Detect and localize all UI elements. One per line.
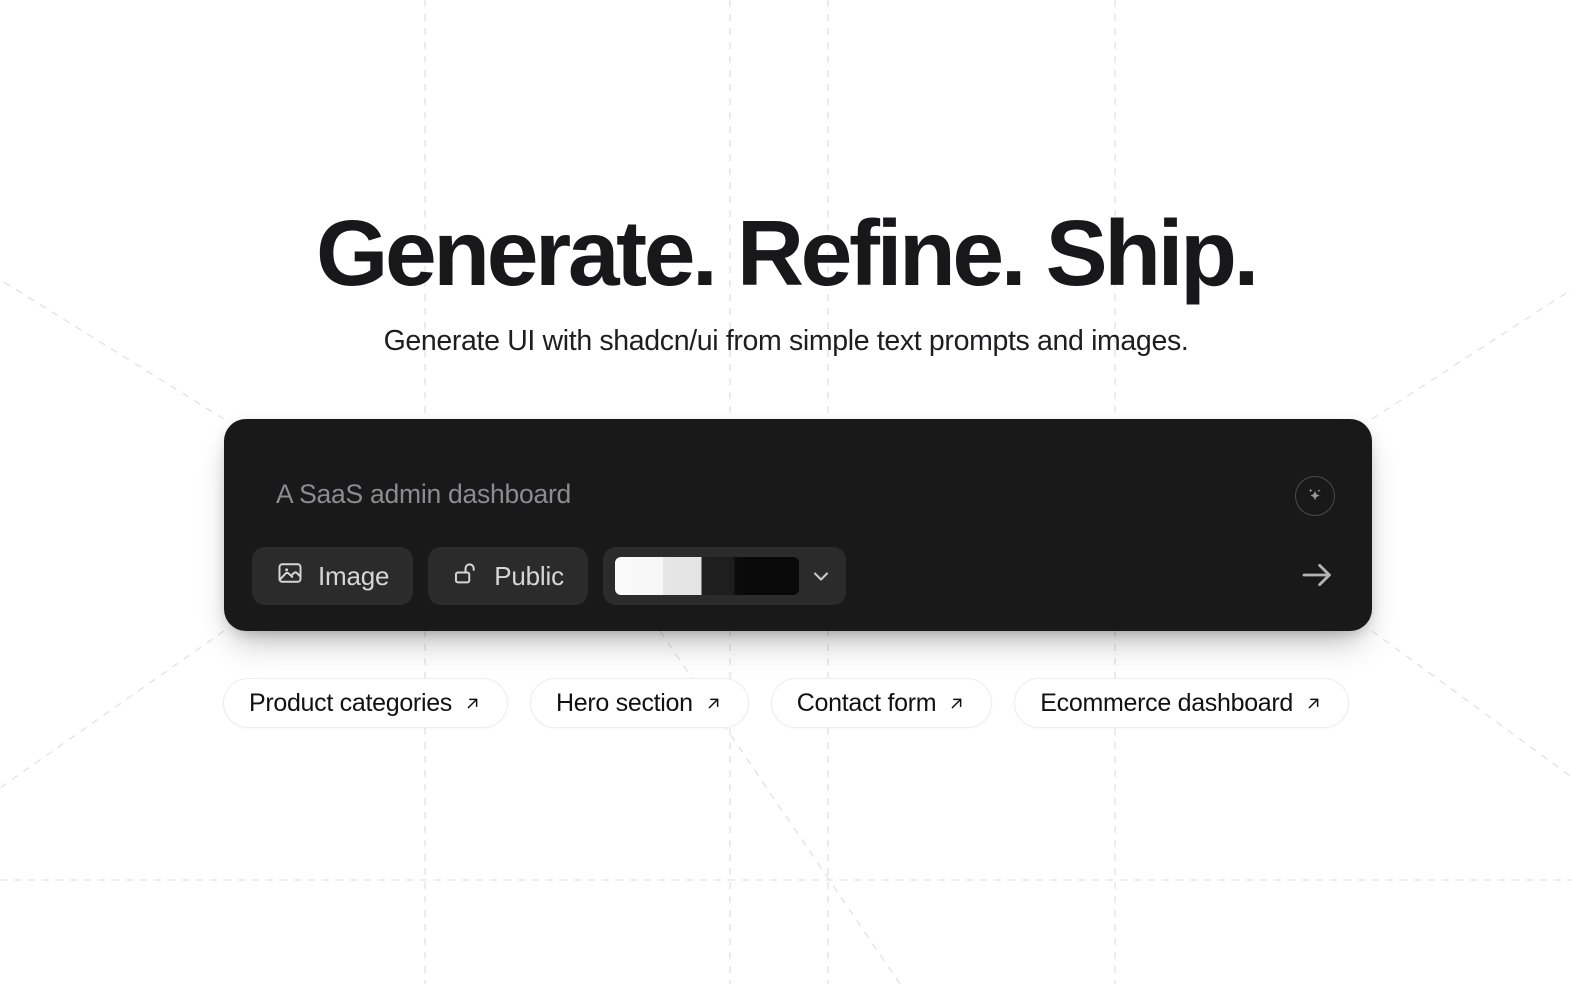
image-icon [276, 559, 304, 594]
suggestion-label: Contact form [796, 688, 937, 717]
prompt-composer[interactable]: Image Public [224, 419, 1372, 631]
composer-input-row [252, 449, 1344, 516]
suggestion-chips: Product categories Hero section Contact … [0, 678, 1572, 728]
chevron-down-icon [808, 563, 834, 589]
sparkles-icon [1304, 484, 1326, 509]
suggestion-chip-contact-form[interactable]: Contact form [770, 678, 993, 728]
submit-prompt-button[interactable] [1290, 549, 1344, 603]
suggestion-label: Hero section [556, 688, 693, 717]
attach-image-label: Image [318, 561, 390, 591]
visibility-toggle-button[interactable]: Public [428, 547, 588, 605]
landing-page: Generate. Refine. Ship. Generate UI with… [0, 0, 1572, 984]
suggestion-chip-ecommerce-dashboard[interactable]: Ecommerce dashboard [1014, 678, 1350, 728]
hero-section: Generate. Refine. Ship. Generate UI with… [0, 206, 1572, 360]
suggestion-chip-hero-section[interactable]: Hero section [530, 678, 749, 728]
arrow-right-icon [1297, 555, 1337, 598]
unlock-icon [452, 559, 480, 594]
suggestion-label: Ecommerce dashboard [1040, 688, 1294, 717]
arrow-up-right-icon [463, 694, 482, 713]
page-title: Generate. Refine. Ship. [316, 201, 1259, 305]
prompt-input[interactable] [276, 479, 1256, 510]
arrow-up-right-icon [704, 694, 723, 713]
composer-toolbar: Image Public [252, 547, 1344, 605]
suggestion-label: Product categories [248, 688, 453, 717]
enhance-prompt-button[interactable] [1295, 476, 1335, 516]
model-selector[interactable] [602, 547, 846, 605]
suggestion-chip-product-categories[interactable]: Product categories [222, 678, 509, 728]
page-subtitle: Generate UI with shadcn/ui from simple t… [383, 324, 1189, 357]
attach-image-button[interactable]: Image [252, 547, 414, 605]
visibility-label: Public [494, 561, 564, 591]
arrow-up-right-icon [1304, 694, 1323, 713]
model-loading-skeleton [614, 557, 799, 595]
arrow-up-right-icon [947, 694, 966, 713]
